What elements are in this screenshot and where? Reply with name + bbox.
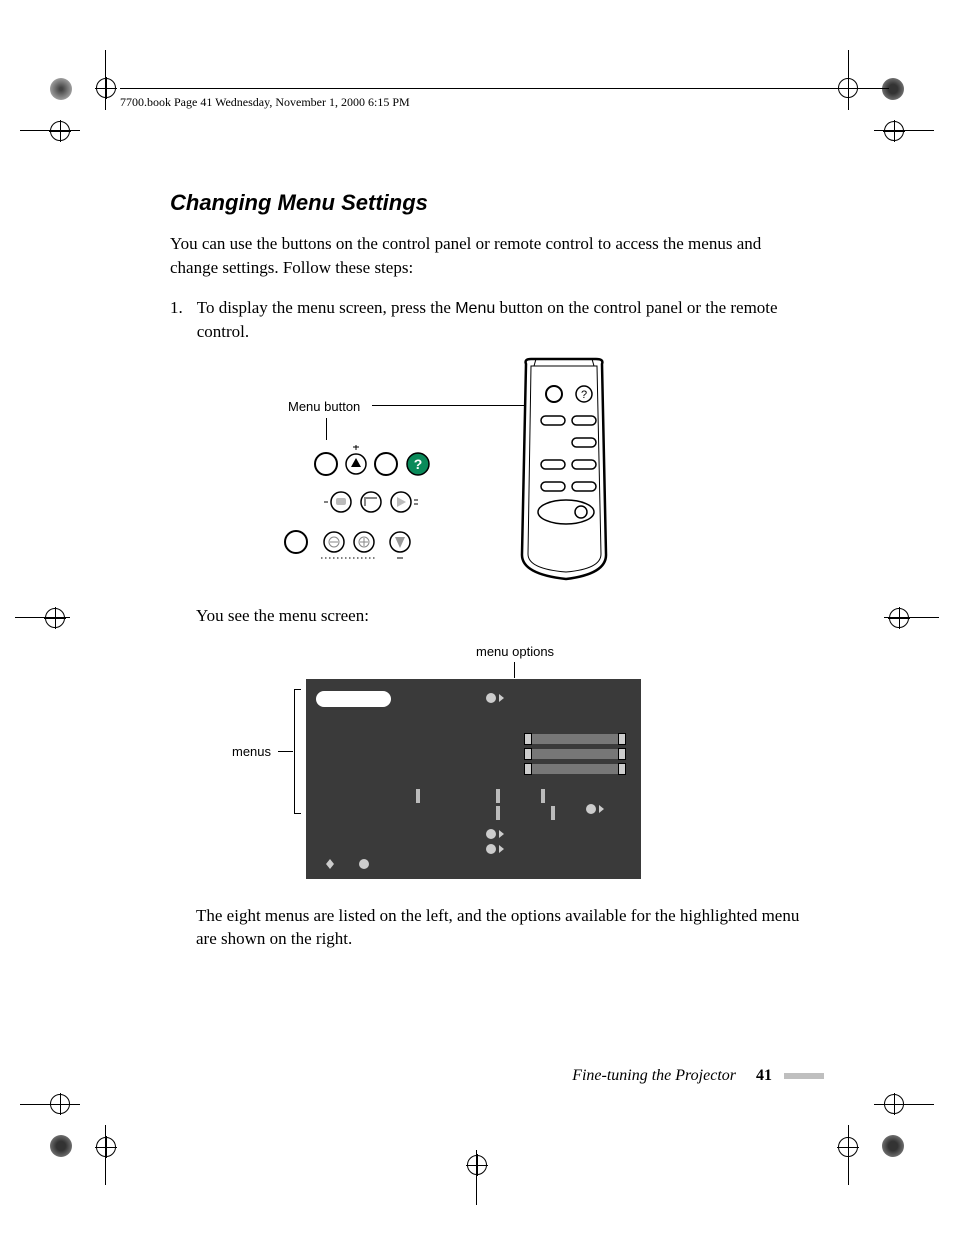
menu-button-label: Menu button <box>288 399 360 414</box>
step-1: 1. To display the menu screen, press the… <box>170 296 800 344</box>
remote-control-diagram: ? <box>506 354 626 584</box>
footer-rule <box>784 1073 824 1079</box>
svg-text:?: ? <box>581 389 587 401</box>
control-panel-diagram: ? <box>256 434 456 574</box>
step-number: 1. <box>170 296 183 344</box>
reg-left <box>45 608 65 628</box>
closing-paragraph: The eight menus are listed on the left, … <box>196 904 800 952</box>
header-rule <box>120 88 889 89</box>
figure-menu-screen: menu options menus <box>196 644 800 884</box>
svg-text:?: ? <box>414 456 423 472</box>
after-figure-text: You see the menu screen: <box>196 604 800 628</box>
reg-bottom <box>467 1155 487 1175</box>
intro-paragraph: You can use the buttons on the control p… <box>170 232 800 280</box>
footer-page-number: 41 <box>756 1067 772 1084</box>
step-text: To display the menu screen, press the Me… <box>197 296 800 344</box>
footer-title: Fine-tuning the Projector <box>572 1067 736 1084</box>
page-footer: Fine-tuning the Projector 41 <box>572 1067 824 1085</box>
menu-options-label: menu options <box>476 644 554 659</box>
menus-label: menus <box>232 744 271 759</box>
on-screen-menu <box>306 679 641 879</box>
reg-right <box>889 608 909 628</box>
section-title: Changing Menu Settings <box>170 190 800 216</box>
menu-word: Menu <box>455 300 495 317</box>
header-text: 7700.book Page 41 Wednesday, November 1,… <box>120 95 889 110</box>
figure-control-and-remote: Menu button ? <box>196 364 800 584</box>
